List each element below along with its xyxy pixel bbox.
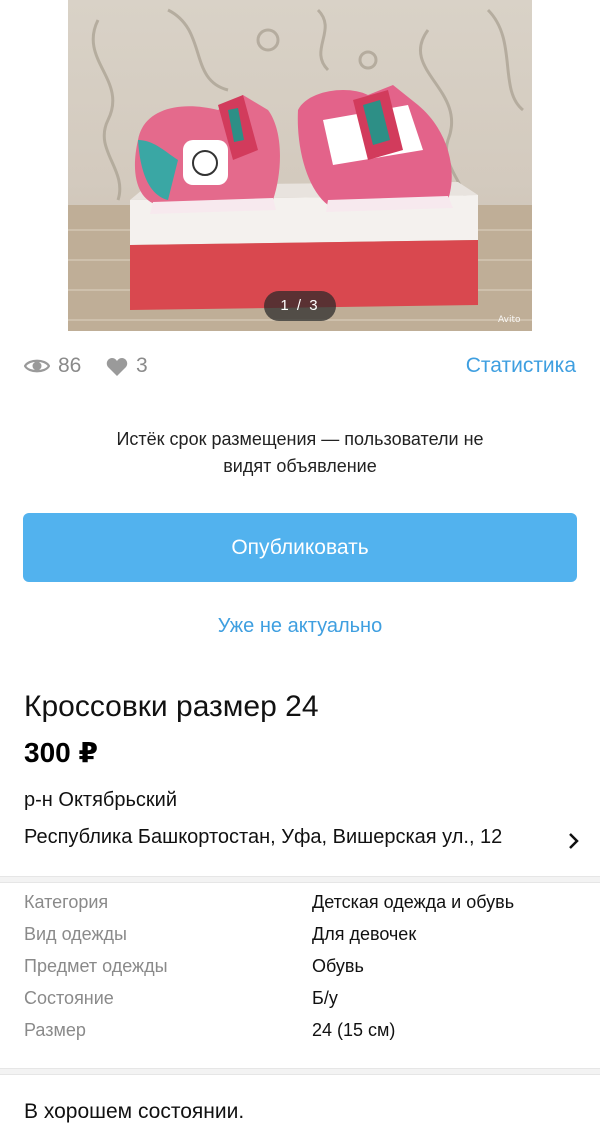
listing-price: 300 ₽ [24,737,98,768]
section-divider [0,1068,600,1075]
section-divider [0,876,600,883]
listing-title: Кроссовки размер 24 [24,690,319,723]
listing-district: р-н Октябрьский [24,789,177,811]
param-value: Б/у [312,988,338,1008]
param-row: Размер 24 (15 см) [24,1020,580,1052]
param-value: Детская одежда и обувь [312,892,515,912]
param-row: Предмет одежды Обувь [24,956,580,988]
photo-counter: 1 / 3 [264,291,336,321]
eye-icon [24,359,50,373]
params-table: Категория Детская одежда и обувь Вид оде… [24,892,580,1052]
param-key: Категория [24,892,109,912]
param-value: Обувь [312,956,364,976]
expiration-notice: Истёк срок размещения — пользователи не … [60,426,540,480]
not-actual-link[interactable]: Уже не актуально [0,615,600,638]
sneakers-photo-illustration: Avito [68,8,532,331]
param-row: Состояние Б/у [24,988,580,1020]
photo-gallery[interactable]: Avito 1 / 3 [0,0,600,331]
param-key: Состояние [24,988,114,1008]
expiration-notice-line1: Истёк срок размещения — пользователи не [116,429,484,449]
views-count: 86 [58,354,82,377]
param-key: Предмет одежды [24,956,168,976]
param-row: Вид одежды Для девочек [24,924,580,956]
publish-button[interactable]: Опубликовать [23,513,577,582]
param-value: 24 (15 см) [312,1020,396,1040]
param-row: Категория Детская одежда и обувь [24,892,580,924]
param-key: Размер [24,1020,86,1040]
expiration-notice-line2: видят объявление [223,456,377,476]
listing-description: В хорошем состоянии. [24,1100,245,1123]
chevron-right-icon [569,833,579,849]
listing-photo[interactable]: Avito [68,0,532,331]
param-key: Вид одежды [24,924,127,944]
statistics-link[interactable]: Статистика [466,354,576,378]
address-link[interactable]: Республика Башкортостан, Уфа, Вишерская … [24,826,580,856]
param-value: Для девочек [312,924,417,944]
heart-icon [106,358,128,376]
likes-count: 3 [136,354,148,377]
watermark: Avito [498,315,521,325]
listing-address: Республика Башкортостан, Уфа, Вишерская … [24,826,503,848]
